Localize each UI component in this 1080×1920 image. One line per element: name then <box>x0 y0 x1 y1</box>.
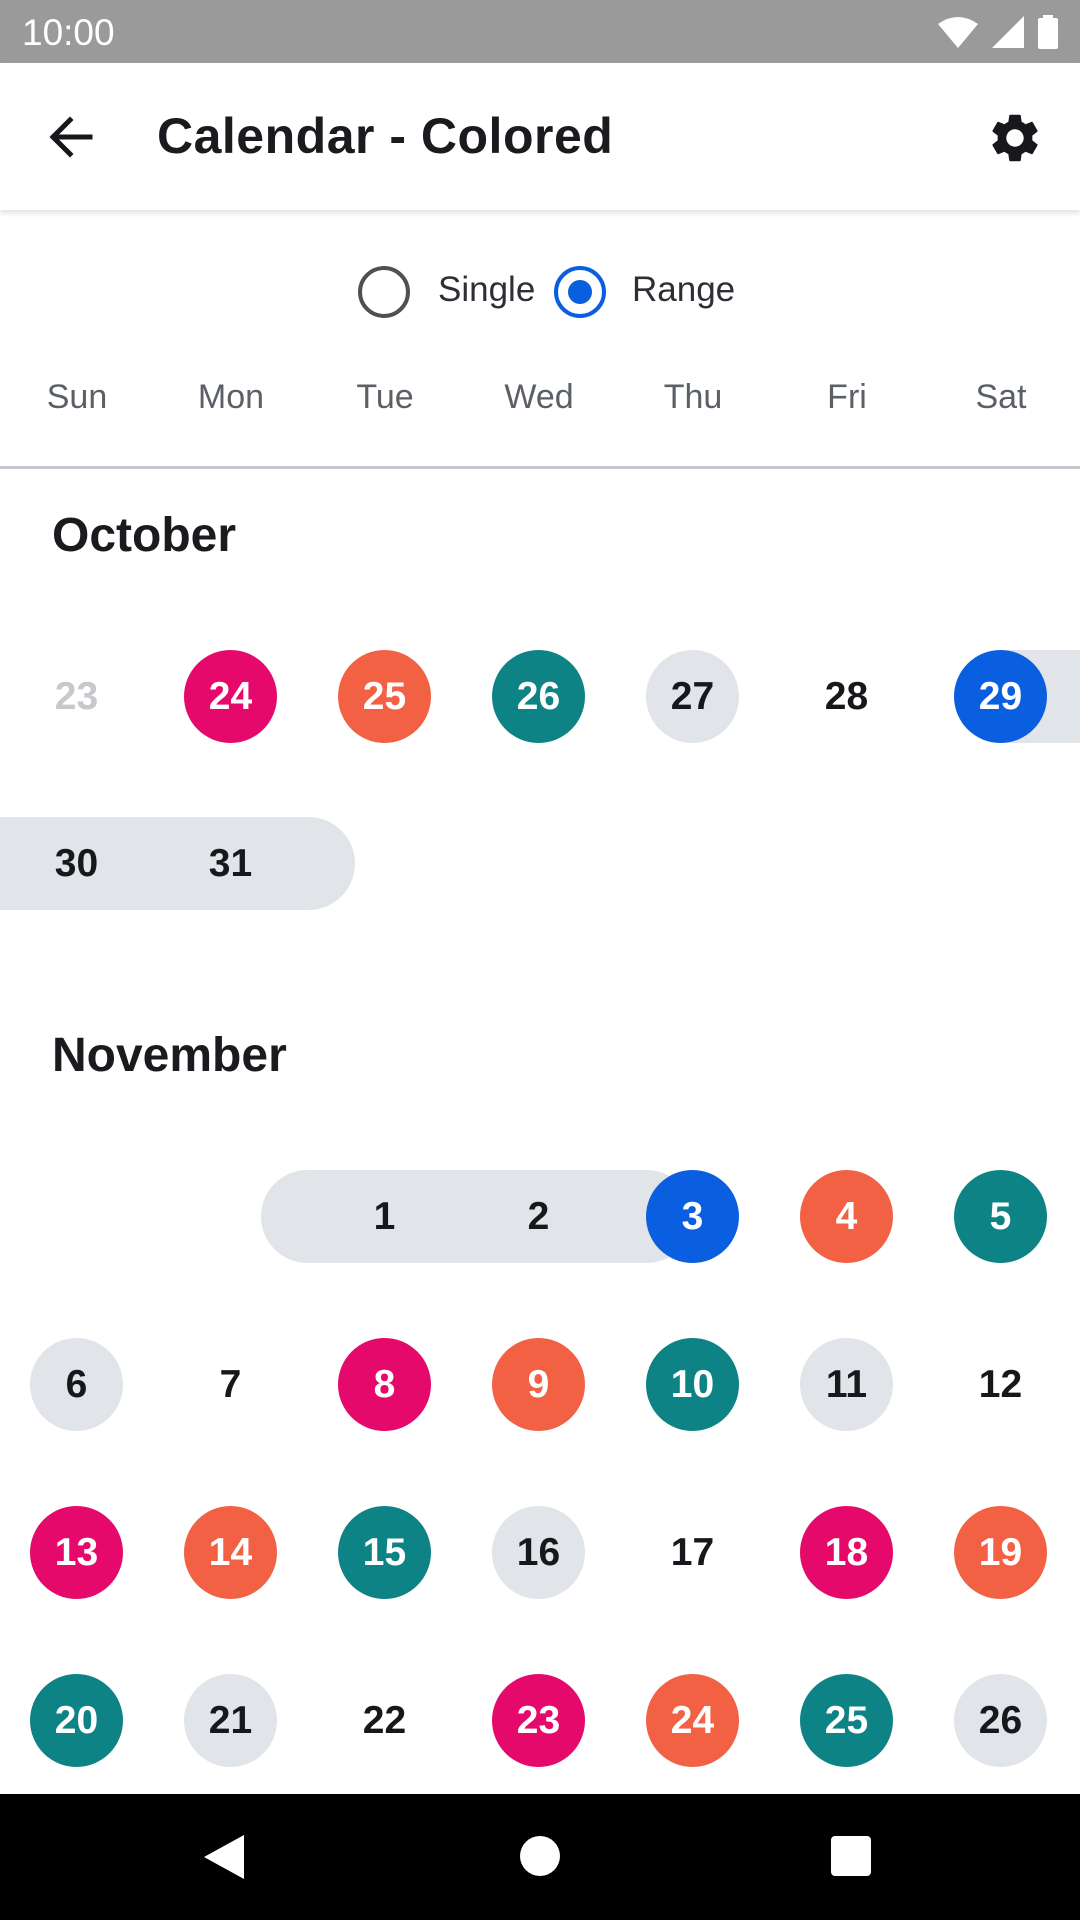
weekday-fri: Fri <box>827 378 867 416</box>
arrow-left-icon[interactable] <box>40 107 100 167</box>
day-cell[interactable]: 21 <box>184 1674 277 1767</box>
day-cell[interactable]: 24 <box>184 650 277 743</box>
month-title-october: October <box>52 509 237 562</box>
weekday-tue: Tue <box>356 378 414 416</box>
day-cell[interactable]: 17 <box>646 1506 739 1599</box>
status-icons <box>938 12 1058 52</box>
day-cell[interactable]: 9 <box>492 1338 585 1431</box>
day-cell-range-start[interactable]: 29 <box>954 650 1047 743</box>
signal-icon <box>992 16 1024 48</box>
single-radio[interactable] <box>358 266 410 318</box>
selection-mode-group: Single Range <box>0 262 1080 326</box>
day-cell-in-range[interactable]: 2 <box>492 1170 585 1263</box>
page-title: Calendar - Colored <box>157 108 614 164</box>
header-divider <box>0 466 1080 469</box>
back-triangle-icon[interactable] <box>204 1835 244 1879</box>
day-cell[interactable]: 8 <box>338 1338 431 1431</box>
day-cell-in-range[interactable]: 30 <box>30 817 123 910</box>
day-cell[interactable]: 13 <box>30 1506 123 1599</box>
day-cell[interactable]: 25 <box>338 650 431 743</box>
status-time: 10:00 <box>22 12 115 53</box>
weekday-header: Sun Mon Tue Wed Thu Fri Sat <box>0 378 1080 448</box>
day-cell[interactable]: 7 <box>184 1338 277 1431</box>
day-cell[interactable]: 14 <box>184 1506 277 1599</box>
day-cell[interactable]: 11 <box>800 1338 893 1431</box>
day-cell[interactable]: 28 <box>800 650 893 743</box>
day-cell-range-end[interactable]: 3 <box>646 1170 739 1263</box>
system-nav-bar <box>0 1794 1080 1920</box>
month-title-november: November <box>52 1029 287 1082</box>
day-cell[interactable]: 20 <box>30 1674 123 1767</box>
battery-icon <box>1038 15 1058 49</box>
gear-icon[interactable] <box>986 109 1044 167</box>
range-highlight <box>261 1170 693 1263</box>
weekday-wed: Wed <box>504 378 574 416</box>
day-cell[interactable]: 15 <box>338 1506 431 1599</box>
day-cell[interactable]: 26 <box>954 1674 1047 1767</box>
day-cell[interactable]: 23 <box>492 1674 585 1767</box>
day-cell[interactable]: 10 <box>646 1338 739 1431</box>
weekday-thu: Thu <box>663 378 723 416</box>
recents-square-icon[interactable] <box>831 1836 871 1876</box>
day-cell[interactable]: 5 <box>954 1170 1047 1263</box>
day-cell[interactable]: 19 <box>954 1506 1047 1599</box>
day-cell[interactable]: 16 <box>492 1506 585 1599</box>
day-cell[interactable]: 27 <box>646 650 739 743</box>
weekday-sun: Sun <box>46 378 108 416</box>
day-cell[interactable]: 24 <box>646 1674 739 1767</box>
single-radio-label[interactable]: Single <box>438 270 535 310</box>
weekday-mon: Mon <box>197 378 265 416</box>
day-cell[interactable]: 4 <box>800 1170 893 1263</box>
day-cell[interactable]: 22 <box>338 1674 431 1767</box>
day-cell[interactable]: 23 <box>30 650 123 743</box>
day-cell[interactable]: 12 <box>954 1338 1047 1431</box>
status-bar: 10:00 <box>0 0 1080 63</box>
day-cell[interactable]: 18 <box>800 1506 893 1599</box>
day-cell[interactable]: 26 <box>492 650 585 743</box>
app-bar: Calendar - Colored <box>0 63 1080 210</box>
weekday-sat: Sat <box>975 378 1027 416</box>
day-cell[interactable]: 25 <box>800 1674 893 1767</box>
day-cell-in-range[interactable]: 1 <box>338 1170 431 1263</box>
home-circle-icon[interactable] <box>520 1836 560 1876</box>
range-radio[interactable] <box>554 266 606 318</box>
day-cell-in-range[interactable]: 31 <box>184 817 277 910</box>
wifi-icon <box>938 17 978 48</box>
range-radio-label[interactable]: Range <box>632 270 735 310</box>
day-cell[interactable]: 6 <box>30 1338 123 1431</box>
